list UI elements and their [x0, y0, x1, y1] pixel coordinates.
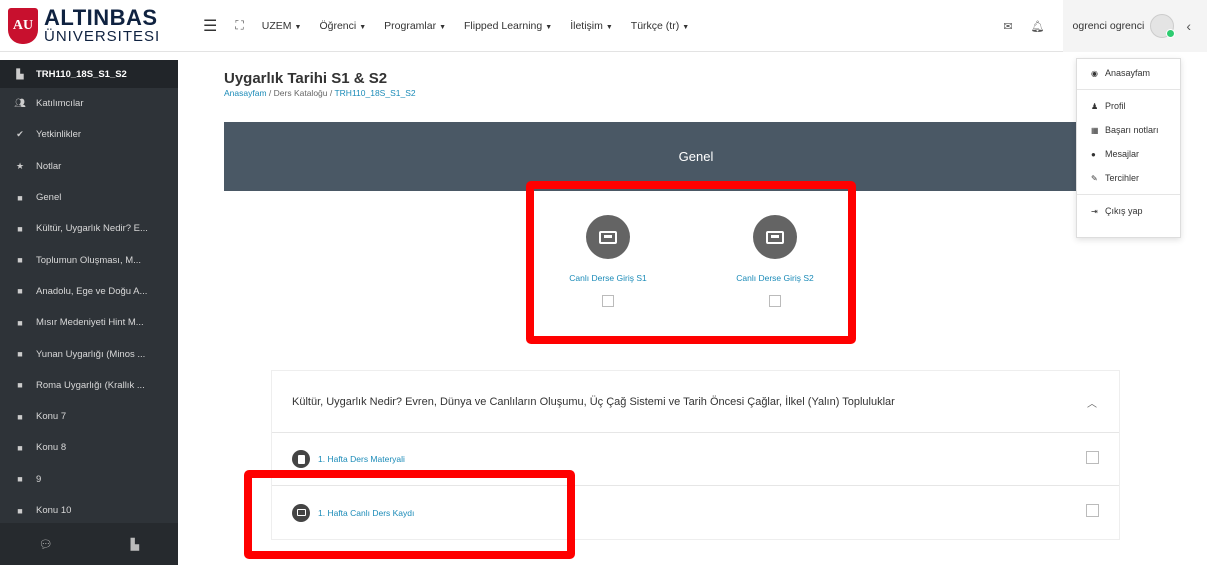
sidebar-footer: 💬︎ ▙ — [0, 523, 178, 565]
chevron-left-icon[interactable]: ‹ — [1186, 18, 1191, 34]
document-icon — [292, 450, 310, 468]
course-icon: ▙ — [16, 68, 24, 79]
sidebar-item-grades[interactable]: ★ Notlar — [0, 151, 178, 182]
nav-item-programlar[interactable]: Programlar ▼ — [384, 20, 446, 32]
top-navbar: AU ALTINBAS ÜNIVERSITESI ☰ ⛶ UZEM ▼ Öğren… — [0, 0, 1207, 52]
sidebar-item-topic-10[interactable]: ■ Konu 10 — [0, 495, 178, 526]
hamburger-icon[interactable]: ☰ — [203, 16, 217, 36]
nav-menu: ☰ ⛶ UZEM ▼ Öğrenci ▼ Programlar ▼ Flipped L… — [203, 16, 689, 36]
dropdown-item-messages[interactable]: ● Mesajlar — [1077, 142, 1180, 166]
nav-item-uzem[interactable]: UZEM ▼ — [262, 20, 302, 32]
site-logo[interactable]: AU ALTINBAS ÜNIVERSITESI — [0, 7, 200, 44]
folder-icon: ■ — [17, 411, 23, 422]
dropdown-item-grades[interactable]: ▦ Başarı notları — [1077, 118, 1180, 142]
sidebar-item-topic-8[interactable]: ■ Konu 8 — [0, 432, 178, 463]
sidebar-item-topic-7[interactable]: ■ Konu 7 — [0, 401, 178, 432]
dropdown-item-logout[interactable]: ⇥ Çıkış yap — [1077, 199, 1180, 223]
folder-icon: ■ — [17, 317, 23, 328]
nav-item-language[interactable]: Türkçe (tr) ▼ — [631, 20, 689, 32]
folder-icon: ■ — [17, 442, 23, 453]
star-icon: ★ — [15, 160, 25, 171]
nav-item-ogrenci[interactable]: Öğrenci ▼ — [319, 20, 366, 32]
dashboard-icon: ◉ — [1091, 68, 1098, 78]
sign-out-icon: ⇥ — [1091, 206, 1098, 216]
user-icon: ♟ — [1091, 101, 1099, 111]
dropdown-item-home[interactable]: ◉ Anasayfam — [1077, 61, 1180, 85]
breadcrumb-home[interactable]: Anasayfam — [224, 88, 267, 98]
folder-icon: ■ — [17, 223, 23, 234]
sidebar-item-topic-3[interactable]: ■ Anadolu, Ege ve Doğu A... — [0, 276, 178, 307]
logo-shield-icon: AU — [8, 7, 38, 44]
completion-checkbox[interactable] — [1086, 504, 1099, 517]
folder-icon: ■ — [17, 505, 23, 516]
bell-icon[interactable]: 🔔︎ — [1031, 20, 1045, 33]
chevron-up-icon[interactable]: ︿ — [1087, 395, 1097, 410]
sidebar-item-topic-5[interactable]: ■ Yunan Uygarlığı (Minos ... — [0, 338, 178, 369]
section-header[interactable]: Kültür, Uygarlık Nedir? Evren, Dünya ve … — [272, 371, 1119, 433]
caret-down-icon: ▼ — [294, 23, 302, 31]
wrench-icon: ✎ — [1091, 173, 1098, 183]
sidebar-item-topic-9[interactable]: ■ 9 — [0, 464, 178, 495]
activity-link[interactable]: 1. Hafta Ders Materyali — [318, 454, 405, 464]
sidebar-item-topic-2[interactable]: ■ Toplumun Oluşması, M... — [0, 244, 178, 275]
chat-icon[interactable]: 💬︎ — [39, 538, 53, 551]
sidebar-item-competencies[interactable]: ✔ Yetkinlikler — [0, 119, 178, 150]
sidebar-item-topic-4[interactable]: ■ Mısır Medeniyeti Hint M... — [0, 307, 178, 338]
folder-icon: ■ — [17, 286, 23, 297]
completion-checkbox[interactable] — [1086, 451, 1099, 464]
caret-down-icon: ▼ — [682, 23, 690, 31]
sidebar-item-participants[interactable]: 👥︎ Katılımcılar — [0, 88, 178, 119]
folder-icon: ■ — [17, 349, 23, 360]
breadcrumb: Anasayfam / Ders Kataloğu / TRH110_18S_S… — [224, 88, 416, 98]
logo-line1: ALTINBAS — [44, 5, 158, 30]
caret-down-icon: ▼ — [439, 23, 447, 31]
sidebar-item-topic-6[interactable]: ■ Roma Uygarlığı (Krallık ... — [0, 370, 178, 401]
nav-item-iletisim[interactable]: İletişim ▼ — [570, 20, 613, 32]
folder-icon: ■ — [17, 474, 23, 485]
fullscreen-icon[interactable]: ⛶ — [235, 18, 243, 33]
avatar — [1150, 14, 1176, 38]
comment-icon: ● — [1091, 149, 1096, 159]
nav-item-flipped-learning[interactable]: Flipped Learning ▼ — [464, 20, 552, 32]
folder-icon: ■ — [17, 380, 23, 391]
caret-down-icon: ▼ — [605, 23, 613, 31]
logo-line2: ÜNIVERSITESI — [44, 28, 161, 45]
caret-down-icon: ▼ — [359, 23, 367, 31]
check-circle-icon: ✔ — [16, 129, 24, 140]
section-title: Kültür, Uygarlık Nedir? Evren, Dünya ve … — [292, 395, 895, 408]
user-menu[interactable]: ogrenci ogrenci ‹ — [1062, 0, 1207, 52]
breadcrumb-course[interactable]: TRH110_18S_S1_S2 — [334, 88, 415, 98]
users-icon: 👥︎ — [14, 98, 26, 109]
envelope-icon[interactable]: ✉ — [1003, 20, 1012, 33]
folder-icon: ■ — [17, 255, 23, 266]
folder-icon: ■ — [17, 192, 23, 203]
breadcrumb-catalog[interactable]: Ders Kataloğu — [274, 88, 328, 98]
bookmark-icon[interactable]: ▙ — [131, 538, 139, 551]
highlight-box — [526, 181, 856, 344]
table-icon: ▦ — [1091, 125, 1099, 135]
caret-down-icon: ▼ — [545, 23, 553, 31]
sidebar-item-course[interactable]: ▙ TRH110_18S_S1_S2 — [0, 60, 178, 88]
sidebar: ▙ TRH110_18S_S1_S2 👥︎ Katılımcılar ✔ Yetkin… — [0, 60, 178, 565]
highlight-box — [244, 470, 575, 559]
sidebar-item-topic-1[interactable]: ■ Kültür, Uygarlık Nedir? E... — [0, 213, 178, 244]
user-name: ogrenci ogrenci — [1072, 20, 1145, 32]
sidebar-item-genel[interactable]: ■ Genel — [0, 182, 178, 213]
page-title: Uygarlık Tarihi S1 & S2 — [224, 70, 388, 87]
dropdown-item-profile[interactable]: ♟ Profil — [1077, 94, 1180, 118]
user-dropdown: ◉ Anasayfam ♟ Profil ▦ Başarı notları ● Mesa… — [1076, 58, 1181, 238]
dropdown-item-preferences[interactable]: ✎ Tercihler — [1077, 166, 1180, 190]
